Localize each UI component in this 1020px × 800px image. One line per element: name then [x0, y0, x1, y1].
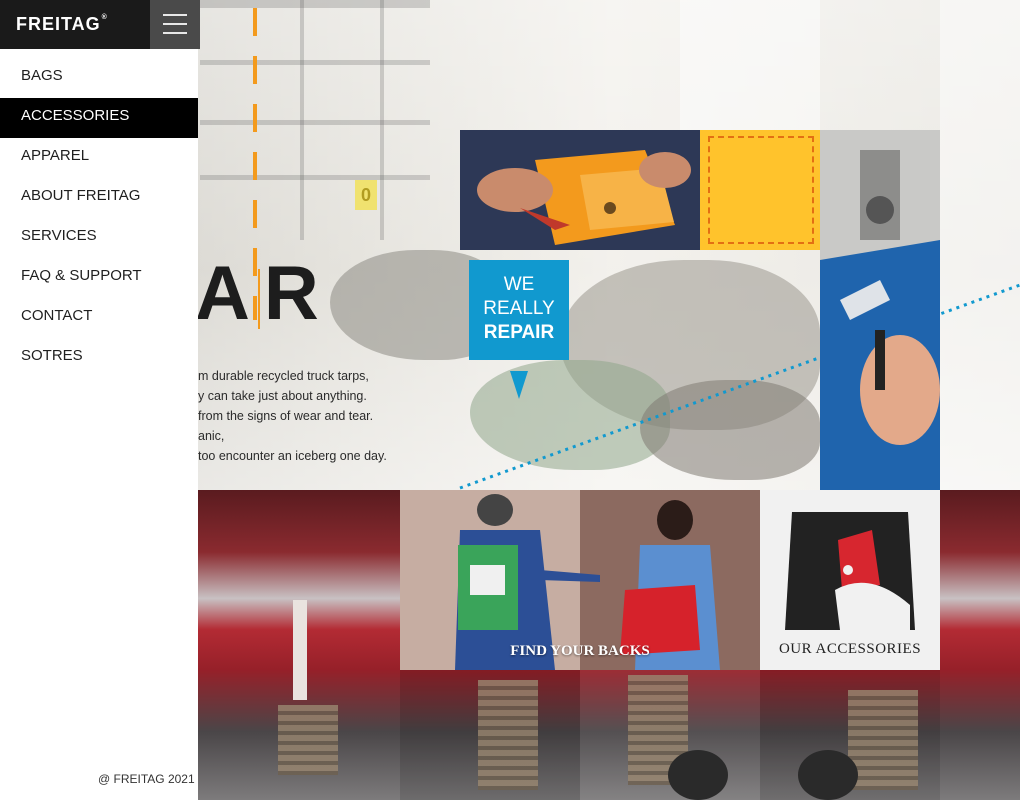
truck-wheel: [668, 750, 728, 800]
we-really-repair-badge[interactable]: WE REALLY REPAIR: [469, 260, 569, 360]
repair-line-1: WE: [503, 274, 535, 295]
logo-bar: FREITAG®: [0, 0, 200, 49]
nav-item-accessories[interactable]: ACCESSORIES: [0, 98, 198, 138]
nav-item-bags[interactable]: BAGS: [0, 58, 198, 98]
nav-item-stores[interactable]: SOTRES: [0, 338, 198, 378]
nav-item-apparel[interactable]: APPAREL: [0, 138, 198, 178]
yellow-stitch-tile: [700, 130, 820, 250]
find-your-backs-card[interactable]: FIND YOUR BACKS: [400, 490, 760, 670]
copyright-text: @ FREITAG 2021: [98, 772, 195, 786]
repair-line-3: REPAIR: [483, 322, 555, 343]
freitag-logo[interactable]: FREITAG®: [16, 14, 108, 35]
nav-item-services[interactable]: SERVICES: [0, 218, 198, 258]
hamburger-icon-bar: [163, 23, 187, 25]
nav-item-faq-support[interactable]: FAQ & SUPPORT: [0, 258, 198, 298]
hamburger-menu-button[interactable]: [150, 0, 200, 49]
sidebar: FREITAG® BAGS ACCESSORIES APPAREL ABOUT …: [0, 0, 200, 800]
wallet-repair-photo: [460, 130, 700, 250]
repair-line-2: REALLY: [483, 298, 555, 319]
stitch-border: [708, 136, 814, 244]
find-your-backs-label: FIND YOUR BACKS: [510, 643, 650, 659]
person-figure: [293, 600, 307, 700]
hamburger-icon: [163, 14, 187, 16]
sewing-machine-photo: [820, 130, 940, 490]
arrow-down-icon: [510, 371, 528, 399]
nav-item-about-freitag[interactable]: ABOUT FREITAG: [0, 178, 198, 218]
main-nav: BAGS ACCESSORIES APPAREL ABOUT FREITAG S…: [0, 58, 198, 378]
hamburger-icon-bar: [163, 32, 187, 34]
wallet-illustration: [460, 130, 700, 250]
truck-wheel: [798, 750, 858, 800]
sewing-illustration: [820, 130, 940, 490]
our-accessories-label: OUR ACCESSORIES: [778, 641, 922, 657]
nav-item-contact[interactable]: CONTACT: [0, 298, 198, 338]
our-accessories-card[interactable]: OUR ACCESSORIES: [760, 490, 940, 670]
